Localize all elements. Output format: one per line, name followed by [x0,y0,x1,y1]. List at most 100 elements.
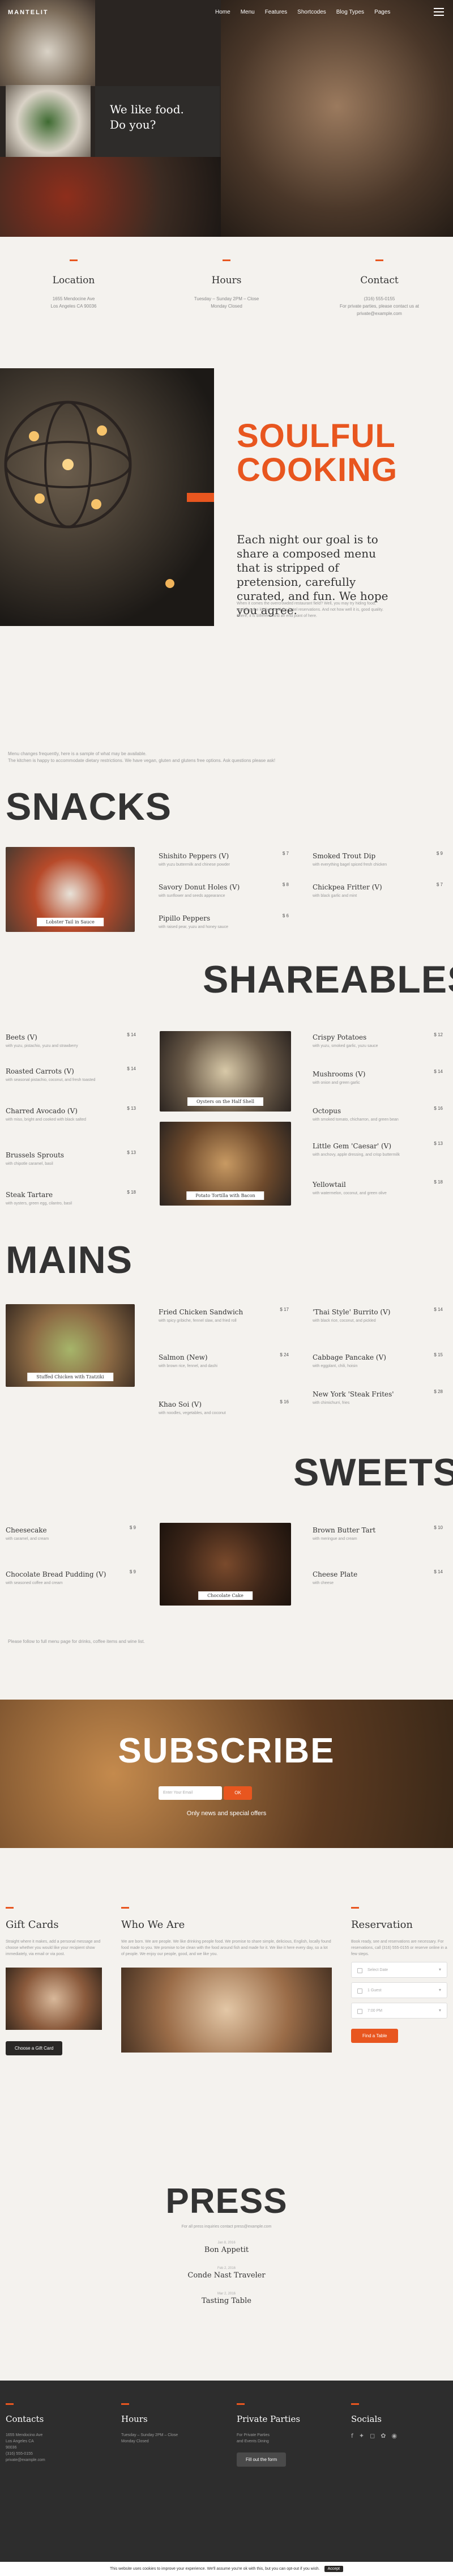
guests-select[interactable]: 1 Guest [351,1982,447,1998]
twitter-icon[interactable]: ✦ [359,2432,364,2439]
item-name: Octopus [313,1107,341,1115]
gift-title: Gift Cards [6,1919,59,1931]
item-name: Roasted Carrots (V) [6,1067,74,1075]
sweets-title: SWEETS [293,1451,453,1494]
divider [121,2403,129,2405]
footer-line: 1655 Mendocino Ave [6,2433,43,2437]
shareables-photo: Potato Tortilla with Bacon [160,1122,291,1206]
menu-item: Cabbage Pancake (V) $ 15 with eggplant, ch… [313,1351,443,1369]
snacks-title: SNACKS [6,785,172,828]
nav-home[interactable]: Home [215,9,230,15]
nav-blog-types[interactable]: Blog Types [336,9,364,15]
item-price: $ 18 [434,1180,443,1185]
item-description: with black garlic and mint [313,894,357,898]
nav-features[interactable]: Features [265,9,287,15]
item-price: $ 7 [282,851,289,856]
divider [6,1907,14,1909]
press-item[interactable]: Tasting Table [0,2297,453,2305]
menu-item: Savory Donut Holes (V) $ 8 with sunflower … [159,881,289,899]
fill-form-button[interactable]: Fill out the form [237,2452,287,2467]
facebook-icon[interactable]: f [351,2432,353,2439]
subscribe-button[interactable]: OK [224,1786,252,1800]
menu-note: The kitchen is happy to accommodate diet… [8,758,276,763]
item-name: Brown Butter Tart [313,1526,376,1534]
subscribe-section: SUBSCRIBE Enter Your Email OK Only news … [0,1700,453,1848]
item-description: with black rice, coconut, and pickled [313,1319,376,1323]
item-name: Cabbage Pancake (V) [313,1353,386,1361]
accent-bar [187,493,214,502]
item-price: $ 14 [434,1569,443,1574]
location-title: Location [52,275,95,286]
hamburger-menu-icon[interactable] [434,8,444,16]
item-name: Smoked Trout Dip [313,852,376,860]
team-photo [121,1968,332,2053]
item-description: with onion and green garlic [313,1081,360,1085]
gift-card-photo [6,1968,102,2030]
item-name: Mushrooms (V) [313,1070,366,1078]
photo-caption: Oysters on the Half Shell [187,1097,264,1106]
menu-item: New York 'Steak Frites' $ 28 with chimichu… [313,1388,443,1406]
menu-item: Khao Soi (V) $ 16 with noodles, vegetables… [159,1398,289,1416]
nav-shortcodes[interactable]: Shortcodes [297,9,326,15]
nav-menu[interactable]: Menu [241,9,255,15]
instagram-icon[interactable]: ◻ [370,2432,375,2439]
press-item[interactable]: Conde Nast Traveler [0,2271,453,2280]
footer-private-parties: Private Parties For Private Parties and … [237,2403,339,2467]
divider [6,2403,14,2405]
menu-item: Beets (V) $ 14 with yuzu, pistachio, yuzu … [6,1031,136,1049]
choose-gift-card-button[interactable]: Choose a Gift Card [6,2041,63,2055]
find-table-button[interactable]: Find a Table [351,2029,399,2043]
time-select[interactable]: 7:00 PM [351,2003,447,2019]
item-description: with eggplant, chili, hoisin [313,1364,358,1368]
footer-line: Los Angeles CA [6,2439,34,2443]
press-title: PRESS [165,2182,288,2221]
photo-caption: Chocolate Cake [198,1591,253,1600]
footer-line: Monday Closed [121,2439,149,2443]
footer-title: Socials [351,2414,382,2424]
nav-pages[interactable]: Pages [374,9,390,15]
item-name: New York 'Steak Frites' [313,1390,394,1398]
item-description: with anchovy, apple dressing, and crisp … [313,1153,400,1157]
reservation-title: Reservation [351,1919,413,1931]
item-description: with chipotle caramel, basil [6,1162,53,1166]
press-item[interactable]: Bon Appetit [0,2246,453,2254]
item-price: $ 14 [127,1032,136,1037]
chandelier-graphic [4,401,174,588]
cookie-accept-button[interactable]: Accept [324,2566,343,2572]
info-columns: Gift Cards Straight where it makes, add … [0,1848,453,2165]
item-price: $ 6 [282,913,289,918]
full-menu-link[interactable]: Please follow to full menu page for drin… [8,1638,348,1645]
light-bulb-chandelier-photo [0,368,214,626]
item-name: Brussels Sprouts [6,1151,65,1159]
tripadvisor-icon[interactable]: ◉ [391,2432,397,2439]
item-description: with seasonal pistachio, coconut, and fr… [6,1078,96,1082]
location-block: Location 1655 Mendocine Ave Los Angeles … [0,259,147,310]
food-photo-salad [6,85,91,159]
divider [121,1907,129,1909]
email-input[interactable]: Enter Your Email [159,1786,222,1800]
yelp-icon[interactable]: ✿ [381,2432,386,2439]
menu-item: Yellowtail $ 18 with watermelon, coconut, … [313,1178,443,1197]
contact-email[interactable]: private@example.com [306,310,453,317]
item-price: $ 12 [434,1032,443,1037]
footer-contacts: Contacts 1655 Mendocino Ave Los Angeles … [6,2403,102,2463]
press-date: Mar 2, 2016 [217,2292,236,2296]
cookie-text: This website uses cookies to improve you… [110,2567,320,2571]
hero-tagline: We like food. Do you? [110,103,184,131]
item-price: $ 9 [436,851,443,856]
item-name: Pipillo Peppers [159,914,211,922]
brand-logo[interactable]: MANTELIT [8,9,49,16]
date-field[interactable]: Select Date [351,1962,447,1978]
menu-item: Chocolate Bread Pudding (V) $ 9 with seaso… [6,1568,136,1586]
footer-email[interactable]: private@example.com [6,2457,102,2463]
hero-banner: We like food. Do you? MANTELIT Home Menu… [0,0,453,237]
item-name: Cheese Plate [313,1570,358,1578]
item-price: $ 9 [129,1525,136,1530]
menu-item: Little Gem 'Caesar' (V) $ 13 with anchovy,… [313,1140,443,1158]
divider [351,2403,359,2405]
food-photo-cooking [0,157,221,237]
menu-item: Salmon (New) $ 24 with brown rice, fennel,… [159,1351,289,1369]
menu-item: Roasted Carrots (V) $ 14 with seasonal pis… [6,1065,136,1083]
soulful-title: SOULFUL COOKING [237,418,398,488]
menu-item: Chickpea Fritter (V) $ 7 with black garlic… [313,881,443,899]
